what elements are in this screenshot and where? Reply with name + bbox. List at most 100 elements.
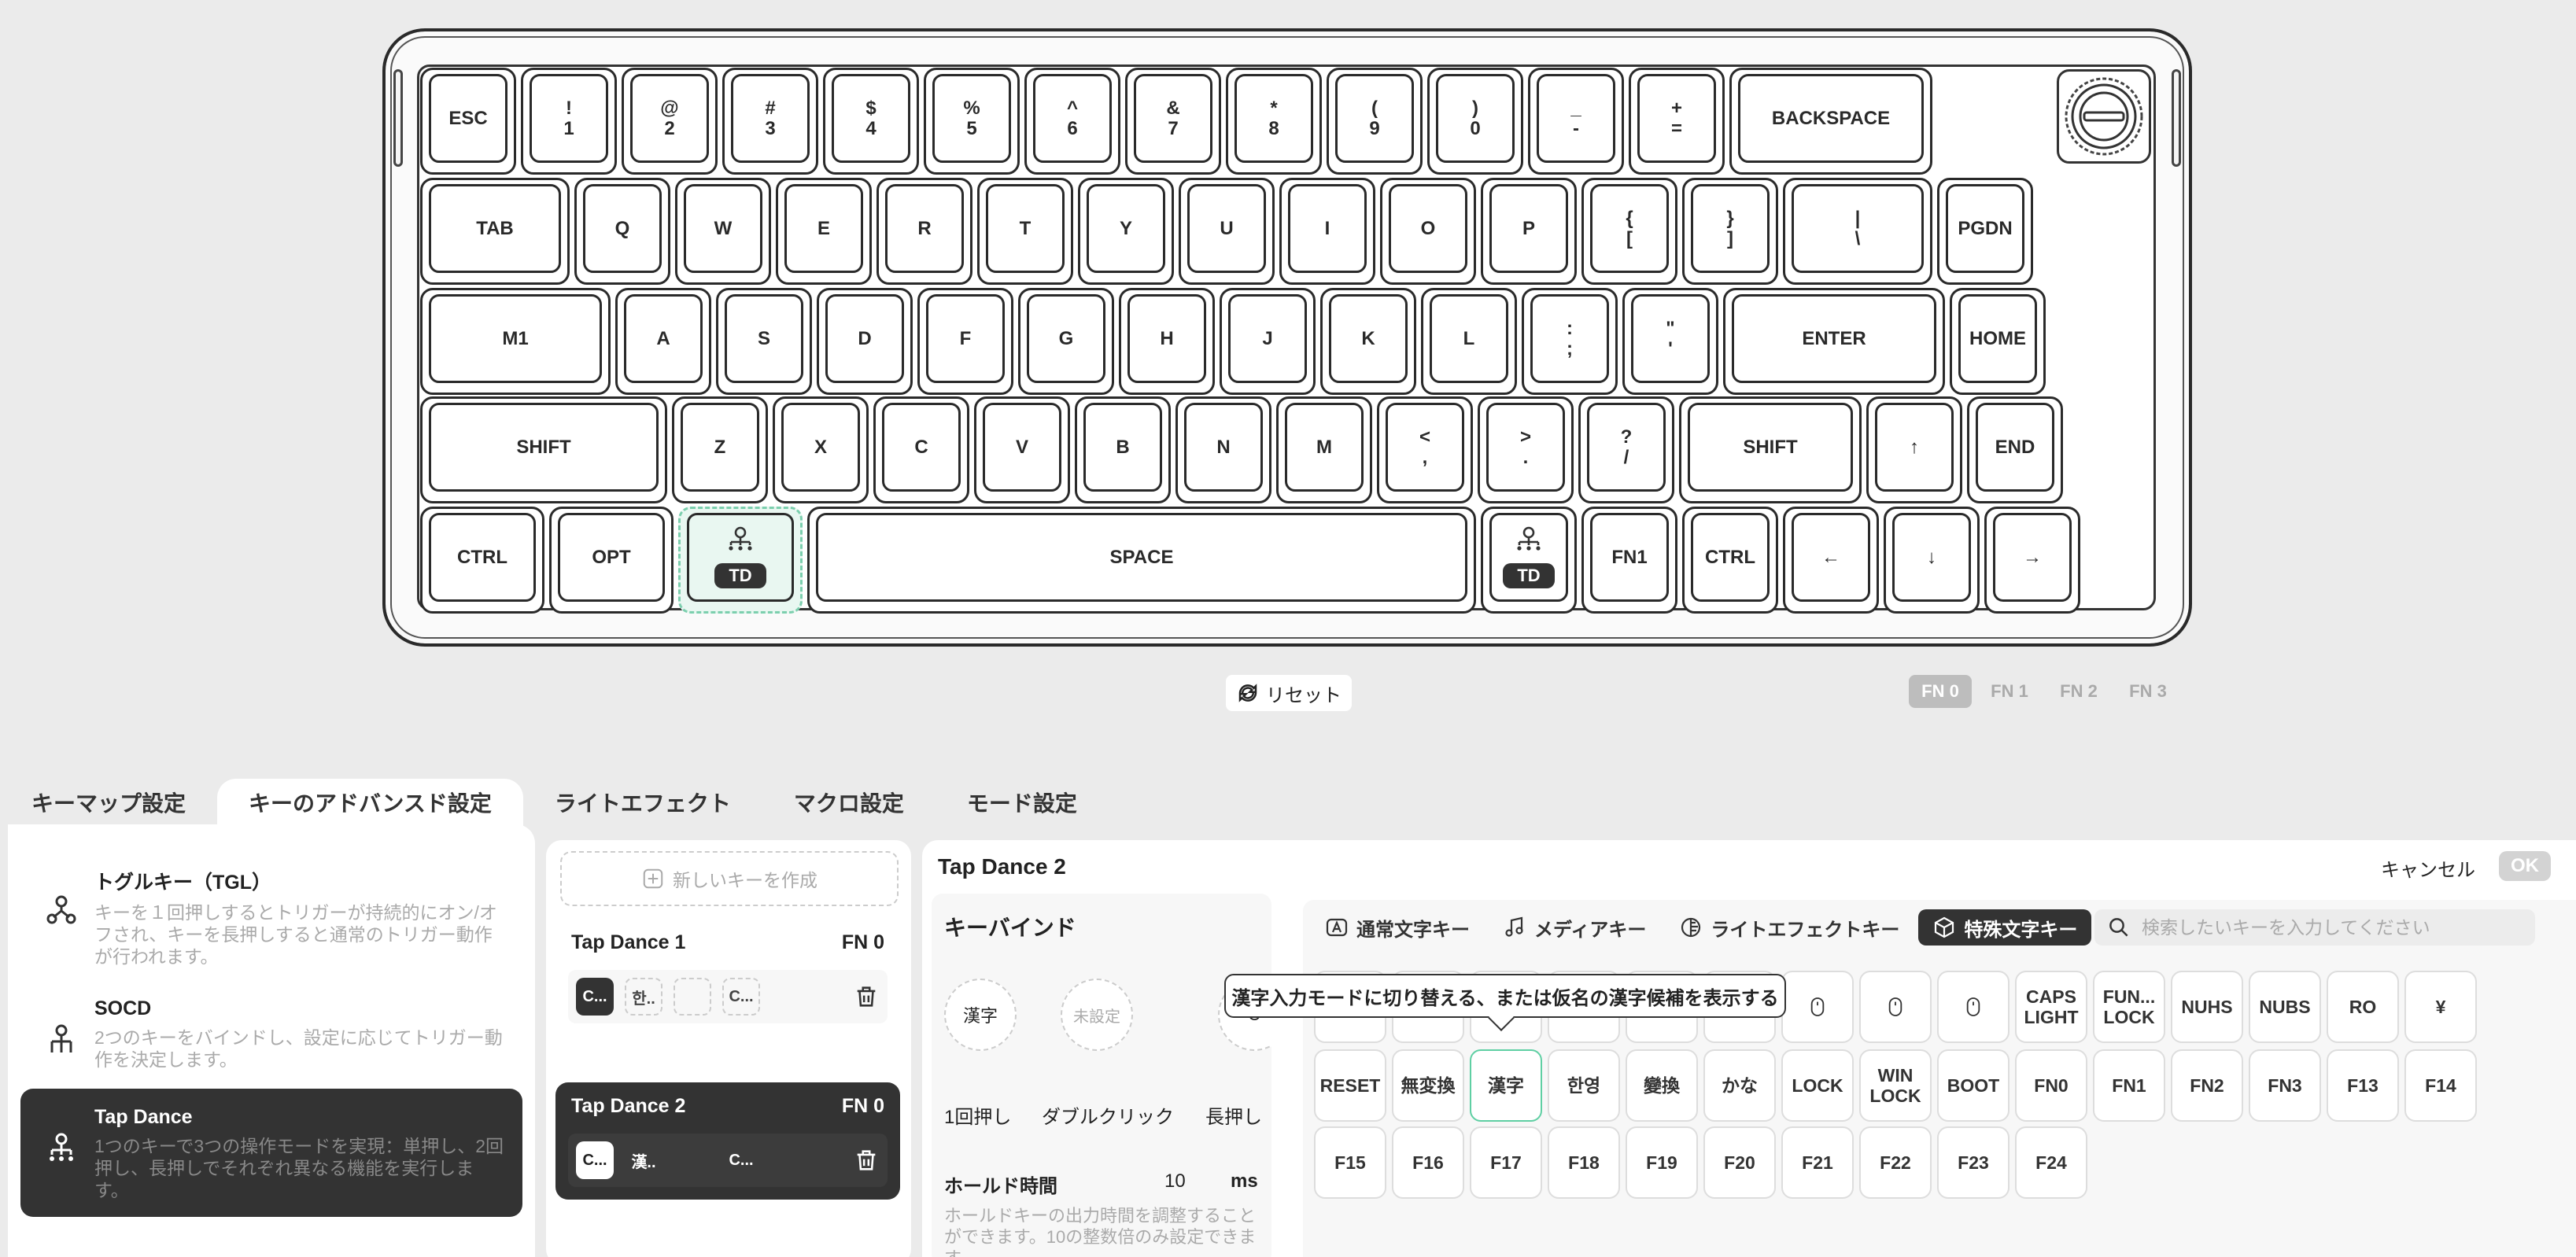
key-c[interactable]: C — [873, 396, 969, 503]
key-space[interactable]: SPACE — [807, 507, 1476, 614]
key-ctrl[interactable]: CTRL — [1682, 507, 1778, 614]
cancel-button[interactable]: キャンセル — [2381, 854, 2475, 882]
search-input[interactable] — [2142, 916, 2519, 938]
key-0[interactable]: ) 0 — [1427, 68, 1523, 175]
key-v[interactable]: V — [974, 396, 1070, 503]
fn-tab-0[interactable]: FN 0 — [1909, 675, 1972, 708]
special-key[interactable]: F15 — [1314, 1126, 1386, 1199]
key-symbol[interactable]: {[ — [1581, 178, 1677, 285]
special-key[interactable]: LOCK — [1781, 1049, 1854, 1122]
key-r[interactable]: R — [877, 178, 972, 285]
key-x[interactable]: X — [773, 396, 869, 503]
special-key[interactable]: RO — [2327, 971, 2399, 1043]
special-key[interactable]: F22 — [1859, 1126, 1932, 1199]
key-home[interactable]: HOME — [1950, 288, 2046, 395]
mouse-button-3[interactable] — [1937, 971, 2010, 1043]
feature-tap-dance[interactable]: Tap Dance 1つのキーで3つの操作モードを実現：単押し、2回押し、長押しで… — [20, 1089, 522, 1217]
key-symbol[interactable]: ↓ — [1884, 507, 1980, 614]
card-slot[interactable]: C... — [722, 978, 760, 1016]
key-h[interactable]: H — [1119, 288, 1215, 395]
key-symbol[interactable]: " ' — [1622, 288, 1718, 395]
key-1[interactable]: ! 1 — [521, 68, 617, 175]
category-tab-light-effect[interactable]: ライトエフェクトキー — [1665, 909, 1914, 946]
key-b[interactable]: B — [1075, 396, 1171, 503]
key-i[interactable]: I — [1279, 178, 1375, 285]
key-opt[interactable]: OPT — [549, 507, 674, 614]
special-key[interactable]: BOOT — [1937, 1049, 2010, 1122]
card-slot[interactable]: C... — [576, 1141, 614, 1179]
special-key[interactable]: NUBS — [2249, 971, 2321, 1043]
special-key[interactable]: NUHS — [2171, 971, 2243, 1043]
special-key[interactable]: F18 — [1548, 1126, 1620, 1199]
special-key[interactable]: 無変換 — [1392, 1049, 1464, 1122]
fn-tab-3[interactable]: FN 3 — [2117, 675, 2179, 708]
special-key[interactable]: FUN... LOCK — [2093, 971, 2165, 1043]
special-key[interactable]: RESET — [1314, 1049, 1386, 1122]
reset-button[interactable]: リセット — [1226, 675, 1352, 711]
key-symbol[interactable]: ? / — [1578, 396, 1674, 503]
key-backspace[interactable]: BACKSPACE — [1729, 68, 1932, 175]
key-6[interactable]: ^ 6 — [1024, 68, 1120, 175]
feature-socd[interactable]: SOCD 2つのキーをバインドし、設定に応じてトリガー動作を決定します。 — [20, 980, 522, 1086]
category-tab-letter-a[interactable]: 通常文字キー — [1311, 909, 1484, 946]
key-o[interactable]: O — [1380, 178, 1476, 285]
tab-macro[interactable]: マクロ設定 — [762, 779, 936, 826]
key-m[interactable]: M — [1276, 396, 1372, 503]
tab-keymap[interactable]: キーマップ設定 — [0, 779, 217, 826]
key-td[interactable]: TD — [678, 507, 803, 614]
key-y[interactable]: Y — [1078, 178, 1174, 285]
fn-tab-1[interactable]: FN 1 — [1978, 675, 2041, 708]
key-symbol[interactable]: }] — [1682, 178, 1778, 285]
key-symbol[interactable]: | \ — [1783, 178, 1932, 285]
key-end[interactable]: END — [1967, 396, 2063, 503]
special-key[interactable]: F16 — [1392, 1126, 1464, 1199]
tab-light-effect[interactable]: ライトエフェクト — [523, 779, 762, 826]
key-shift[interactable]: SHIFT — [1679, 396, 1862, 503]
special-key[interactable]: FN2 — [2171, 1049, 2243, 1122]
key-2[interactable]: @2 — [622, 68, 718, 175]
key-symbol[interactable]: → — [1984, 507, 2080, 614]
key-8[interactable]: * 8 — [1226, 68, 1322, 175]
special-key[interactable]: 漢字 — [1470, 1049, 1542, 1122]
special-key[interactable]: CAPS LIGHT — [2015, 971, 2087, 1043]
key-a[interactable]: A — [615, 288, 711, 395]
special-key[interactable]: F20 — [1703, 1126, 1776, 1199]
tab-advanced-key[interactable]: キーのアドバンスド設定 — [217, 779, 523, 826]
special-key[interactable]: F14 — [2404, 1049, 2477, 1122]
key-fn1[interactable]: FN1 — [1581, 507, 1677, 614]
special-key[interactable]: F17 — [1470, 1126, 1542, 1199]
search-box[interactable] — [2094, 909, 2535, 946]
new-key-button[interactable]: 新しいキーを作成 — [560, 851, 899, 906]
card-slot[interactable] — [674, 978, 711, 1016]
special-key[interactable]: F13 — [2327, 1049, 2399, 1122]
special-key[interactable]: F21 — [1781, 1126, 1854, 1199]
key-7[interactable]: & 7 — [1125, 68, 1221, 175]
special-key[interactable]: かな — [1703, 1049, 1776, 1122]
key-d[interactable]: D — [817, 288, 913, 395]
special-key[interactable]: F19 — [1626, 1126, 1698, 1199]
key-p[interactable]: P — [1481, 178, 1577, 285]
key-3[interactable]: #3 — [722, 68, 818, 175]
key-z[interactable]: Z — [672, 396, 768, 503]
key-5[interactable]: % 5 — [924, 68, 1020, 175]
key-symbol[interactable]: _ - — [1528, 68, 1624, 175]
tab-mode[interactable]: モード設定 — [936, 779, 1109, 826]
key-symbol[interactable]: >. — [1478, 396, 1574, 503]
key-k[interactable]: K — [1320, 288, 1416, 395]
key-l[interactable]: L — [1421, 288, 1517, 395]
tap-dance-card-1[interactable]: Tap Dance 1 FN 0 C... 한.. C... — [555, 919, 900, 1036]
key-symbol[interactable]: ↑ — [1866, 396, 1962, 503]
bind-slot-double[interactable]: 未設定 — [1061, 979, 1133, 1051]
special-key[interactable]: 한영 — [1548, 1049, 1620, 1122]
special-key[interactable]: 變換 — [1626, 1049, 1698, 1122]
feature-toggle-key[interactable]: トグルキー（TGL） キーを１回押しするとトリガーが持続的にオン/オフされ、キーを… — [20, 850, 522, 983]
key-t[interactable]: T — [977, 178, 1073, 285]
card-slot[interactable]: C... — [722, 1141, 760, 1179]
key-s[interactable]: S — [716, 288, 812, 395]
key-pgdn[interactable]: PGDN — [1937, 178, 2033, 285]
special-key[interactable]: F23 — [1937, 1126, 2010, 1199]
special-key[interactable]: FN1 — [2093, 1049, 2165, 1122]
special-key[interactable]: F24 — [2015, 1126, 2087, 1199]
key-4[interactable]: $4 — [823, 68, 919, 175]
key-shift[interactable]: SHIFT — [420, 396, 667, 503]
